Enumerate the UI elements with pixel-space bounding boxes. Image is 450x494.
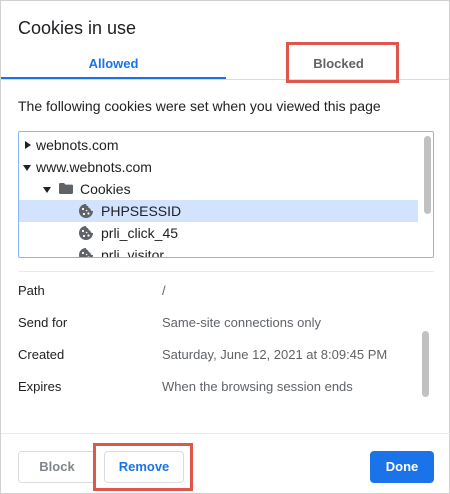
- tree-scrollbar-thumb[interactable]: [424, 136, 431, 214]
- cookie-icon: [79, 226, 93, 240]
- tree-item-label: www.webnots.com: [36, 159, 152, 175]
- detail-value: When the browsing session ends: [162, 379, 353, 394]
- details-separator: [18, 271, 434, 272]
- detail-value: Saturday, June 12, 2021 at 8:09:45 PM: [162, 347, 388, 362]
- cookie-icon: [79, 204, 93, 218]
- tree-scrollbar[interactable]: [422, 134, 432, 255]
- tree-item-phpsessid[interactable]: PHPSESSID: [19, 200, 418, 222]
- cookie-icon: [79, 248, 93, 257]
- detail-key: Created: [18, 347, 65, 362]
- folder-icon: [59, 183, 73, 194]
- collapse-arrow-icon[interactable]: [43, 187, 51, 193]
- expand-arrow-icon[interactable]: [25, 141, 31, 149]
- tree-item-label: PHPSESSID: [101, 203, 182, 219]
- cookie-tree[interactable]: webnots.com www.webnots.com Cookies PHPS…: [18, 131, 434, 258]
- detail-key: Expires: [18, 379, 62, 394]
- dialog-title: Cookies in use: [18, 18, 137, 38]
- tree-item-prli-visitor[interactable]: prli_visitor: [19, 244, 418, 258]
- remove-button[interactable]: Remove: [104, 451, 184, 483]
- detail-key: Send for: [18, 315, 68, 330]
- tree-item-www-webnots-com[interactable]: www.webnots.com: [19, 156, 418, 178]
- cookies-dialog: Cookies in use Allowed Blocked The follo…: [0, 0, 450, 494]
- tab-allowed[interactable]: Allowed: [1, 55, 226, 79]
- tab-blocked[interactable]: Blocked: [226, 55, 450, 79]
- collapse-arrow-icon[interactable]: [23, 165, 31, 171]
- tree-item-label: Cookies: [80, 181, 131, 197]
- tree-item-label: webnots.com: [36, 137, 119, 153]
- detail-value: /: [162, 283, 166, 298]
- done-button[interactable]: Done: [370, 451, 434, 483]
- detail-key: Path: [18, 283, 45, 298]
- footer-separator: [1, 433, 450, 434]
- detail-value: Same-site connections only: [162, 315, 321, 330]
- tree-item-webnots-com[interactable]: webnots.com: [19, 134, 418, 156]
- tree-item-label: prli_visitor: [101, 247, 165, 258]
- block-button[interactable]: Block: [18, 451, 96, 483]
- tree-item-prli-click-45[interactable]: prli_click_45: [19, 222, 418, 244]
- cookies-description: The following cookies were set when you …: [18, 98, 381, 114]
- tree-item-cookies-folder[interactable]: Cookies: [19, 178, 418, 200]
- tree-item-label: prli_click_45: [101, 225, 179, 241]
- tab-divider: [1, 79, 450, 80]
- details-scrollbar-thumb[interactable]: [422, 331, 429, 397]
